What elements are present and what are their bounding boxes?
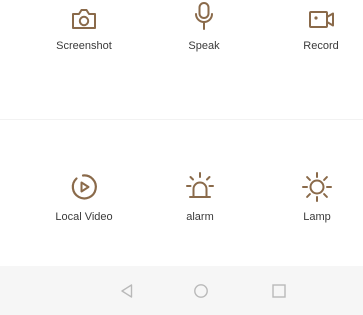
back-button[interactable] [114,278,140,304]
siren-icon [184,171,216,203]
lamp-button[interactable]: Lamp [267,171,363,237]
recents-square-icon [271,283,287,299]
recents-button[interactable] [266,278,292,304]
speak-button[interactable]: Speak [154,0,254,66]
home-circle-icon [193,283,209,299]
control-panel: Screenshot Speak Record Local Video alar… [0,0,363,266]
record-button[interactable]: Record [271,0,363,66]
speak-label: Speak [188,40,220,52]
alarm-button[interactable]: alarm [150,171,250,237]
local-video-button[interactable]: Local Video [34,171,134,237]
local-video-label: Local Video [55,211,113,223]
camera-icon [69,0,99,32]
screenshot-button[interactable]: Screenshot [34,0,134,66]
screenshot-label: Screenshot [56,40,112,52]
back-triangle-icon [119,283,135,299]
record-label: Record [303,40,339,52]
lamp-label: Lamp [303,211,331,223]
navigation-bar [0,266,363,315]
home-button[interactable] [188,278,214,304]
row-divider [0,119,363,120]
video-camera-icon [306,0,336,32]
sun-icon [301,171,333,203]
alarm-label: alarm [186,211,214,223]
play-circle-icon [68,171,100,203]
microphone-icon [191,0,217,32]
